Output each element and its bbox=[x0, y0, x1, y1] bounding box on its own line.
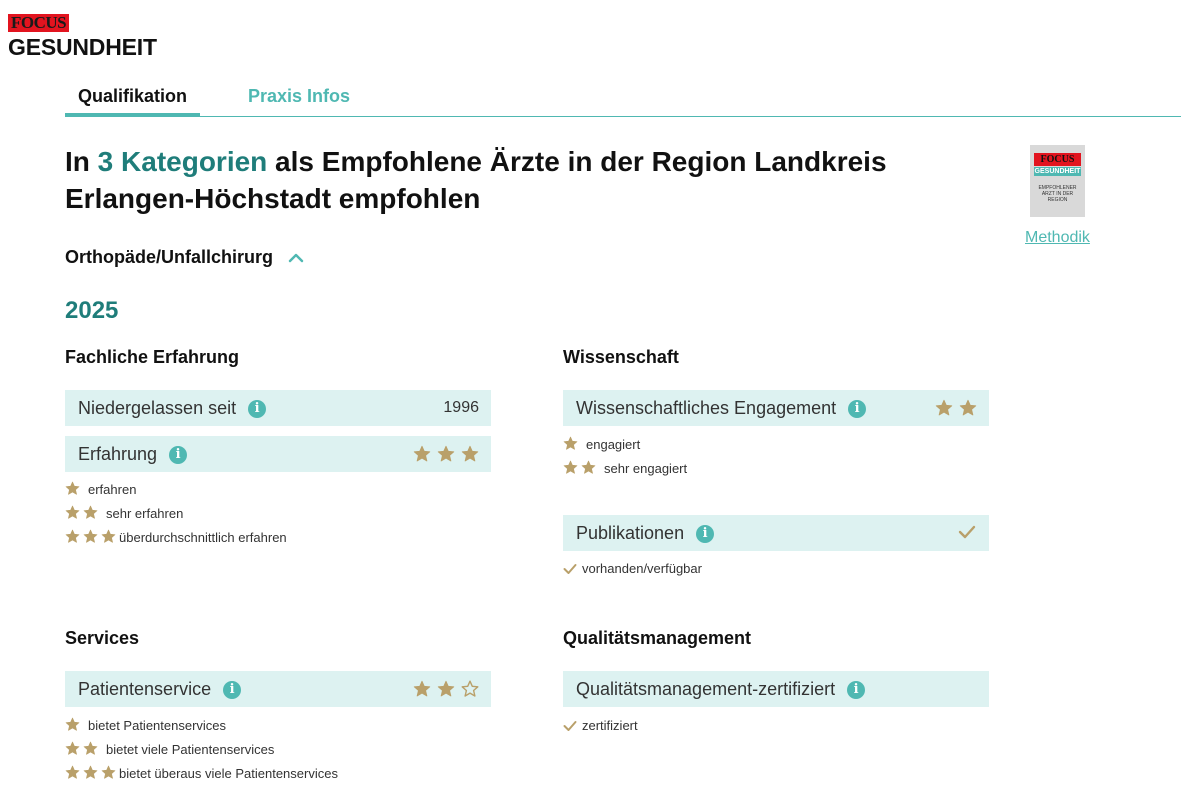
legend-item: vorhanden/verfügbar bbox=[563, 557, 702, 581]
legend-item: bietet überaus viele Patientenservices bbox=[65, 762, 338, 786]
focus-gesundheit-logo[interactable]: FOCUS GESUNDHEIT bbox=[8, 14, 157, 59]
logo-gesundheit-text: GESUNDHEIT bbox=[8, 34, 157, 60]
legend-publikationen: vorhanden/verfügbar bbox=[563, 557, 702, 581]
row-publikationen: Publikationen i bbox=[563, 515, 989, 551]
legend-item: bietet viele Patientenservices bbox=[65, 738, 338, 762]
row-erfahrung: Erfahrung i bbox=[65, 436, 491, 472]
legend-item: sehr erfahren bbox=[65, 502, 287, 526]
section-title-fachliche-erfahrung: Fachliche Erfahrung bbox=[65, 347, 240, 367]
star-filled-icon bbox=[437, 445, 455, 462]
category-label: Orthopäde/Unfallchirurg bbox=[65, 247, 274, 267]
badge-focus-text: FOCUS bbox=[1034, 153, 1081, 166]
star-filled-icon bbox=[461, 445, 479, 462]
star-filled-icon bbox=[65, 505, 80, 519]
star-filled-icon bbox=[563, 436, 578, 450]
category-toggle[interactable]: Orthopäde/Unfallchirurg bbox=[65, 246, 304, 268]
star-filled-icon bbox=[65, 765, 80, 779]
star-filled-icon bbox=[935, 399, 953, 416]
row-wissenschaftliches-engagement: Wissenschaftliches Engagement i bbox=[563, 390, 989, 426]
row-patientenservice: Patientenservice i bbox=[65, 671, 491, 707]
star-filled-icon bbox=[437, 680, 455, 697]
star-filled-icon bbox=[83, 505, 98, 519]
title-line1-rest: als Empfohlene Ärzte in der Region Landk… bbox=[267, 146, 887, 177]
legend-item: bietet Patientenservices bbox=[65, 714, 338, 738]
section-title-qualitaetsmanagement: Qualitätsmanagement bbox=[563, 628, 752, 648]
page-title: In 3 Kategorien als Empfohlene Ärzte in … bbox=[65, 143, 965, 217]
info-icon[interactable]: i bbox=[848, 400, 867, 419]
title-line2: Erlangen-Höchstadt empfohlen bbox=[65, 183, 481, 214]
row-label-qualitaet: Qualitätsmanagement-zertifiziert bbox=[576, 679, 836, 699]
tab-qualifikation[interactable]: Qualifikation bbox=[65, 82, 200, 116]
row-label-publikationen: Publikationen bbox=[576, 523, 685, 543]
rating-stars bbox=[929, 399, 977, 417]
logo-focus-text: FOCUS bbox=[8, 14, 70, 32]
row-value-niedergelassen: 1996 bbox=[443, 399, 479, 416]
section-title-wissenschaft: Wissenschaft bbox=[563, 347, 679, 367]
badge-caption: EMPFOHLENER ARZT IN DER REGION bbox=[1038, 185, 1077, 203]
row-label-niedergelassen: Niedergelassen seit bbox=[78, 398, 237, 418]
row-label-patientenservice: Patientenservice bbox=[78, 679, 212, 699]
tab-bar: Qualifikation Praxis Infos bbox=[65, 82, 1181, 117]
check-icon bbox=[563, 564, 577, 574]
tab-praxis-infos[interactable]: Praxis Infos bbox=[248, 82, 350, 116]
badge-gesundheit-text: GESUNDHEIT bbox=[1034, 167, 1081, 176]
methodik-link[interactable]: Methodik bbox=[1025, 229, 1090, 247]
title-prefix: In bbox=[65, 146, 98, 177]
year-heading: 2025 bbox=[65, 297, 119, 324]
rating-stars bbox=[407, 680, 479, 698]
legend-patientenservice: bietet Patientenservices bietet viele Pa… bbox=[65, 714, 338, 786]
row-niedergelassen: Niedergelassen seit i 1996 bbox=[65, 390, 491, 426]
check-icon bbox=[563, 721, 577, 731]
row-qualitaetsmanagement-zertifiziert: Qualitätsmanagement-zertifiziert i bbox=[563, 671, 989, 707]
check-icon bbox=[958, 525, 976, 539]
star-filled-icon bbox=[563, 460, 578, 474]
star-filled-icon bbox=[413, 445, 431, 462]
info-icon[interactable]: i bbox=[696, 525, 715, 544]
star-filled-icon bbox=[581, 460, 596, 474]
star-filled-icon bbox=[83, 741, 98, 755]
star-filled-icon bbox=[65, 529, 80, 543]
star-filled-icon bbox=[65, 717, 80, 731]
star-outline-icon bbox=[461, 680, 479, 697]
legend-item: überdurchschnittlich erfahren bbox=[65, 526, 287, 550]
star-filled-icon bbox=[83, 765, 98, 779]
legend-qualitaet: zertifiziert bbox=[563, 714, 638, 738]
row-label-engagement: Wissenschaftliches Engagement bbox=[576, 398, 837, 418]
star-filled-icon bbox=[65, 481, 80, 495]
info-icon[interactable]: i bbox=[223, 681, 242, 700]
section-title-services: Services bbox=[65, 628, 140, 648]
star-filled-icon bbox=[101, 765, 116, 779]
info-icon[interactable]: i bbox=[248, 400, 267, 419]
info-icon[interactable]: i bbox=[169, 446, 188, 465]
legend-engagement: engagiert sehr engagiert bbox=[563, 433, 687, 481]
title-highlight: 3 Kategorien bbox=[97, 146, 268, 177]
star-filled-icon bbox=[959, 399, 977, 416]
legend-item: engagiert bbox=[563, 433, 687, 457]
star-filled-icon bbox=[413, 680, 431, 697]
legend-erfahrung: erfahren sehr erfahren überdurchschnittl… bbox=[65, 478, 287, 550]
legend-item: zertifiziert bbox=[563, 714, 638, 738]
chevron-up-icon bbox=[288, 254, 304, 263]
info-icon[interactable]: i bbox=[847, 681, 866, 700]
star-filled-icon bbox=[101, 529, 116, 543]
star-filled-icon bbox=[83, 529, 98, 543]
legend-item: sehr engagiert bbox=[563, 457, 687, 481]
legend-item: erfahren bbox=[65, 478, 287, 502]
row-label-erfahrung: Erfahrung bbox=[78, 444, 158, 464]
rating-stars bbox=[407, 445, 479, 463]
star-filled-icon bbox=[65, 741, 80, 755]
recommendation-badge: FOCUS GESUNDHEIT EMPFOHLENER ARZT IN DER… bbox=[1030, 145, 1085, 217]
